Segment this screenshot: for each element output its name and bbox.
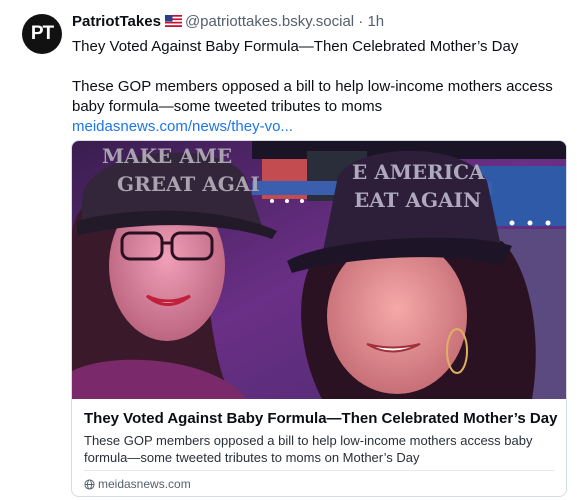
avatar-initials: PT: [30, 23, 54, 44]
avatar[interactable]: PT: [22, 14, 62, 54]
right-hat-text-2: EAT AGAIN: [354, 188, 481, 212]
left-hat-text-2: GREAT AGAI: [117, 172, 260, 196]
us-flag-icon: [164, 15, 182, 27]
card-domain[interactable]: meidasnews.com: [84, 476, 191, 492]
globe-icon: [84, 478, 95, 490]
card-domain-text: meidasnews.com: [98, 477, 191, 491]
post-header: PatriotTakes @patriottakes.bsky.social ·…: [72, 13, 384, 31]
separator-dot: ·: [358, 13, 364, 30]
author-handle[interactable]: @patriottakes.bsky.social: [185, 13, 354, 30]
link-preview-card[interactable]: MAKE AME GREAT AGAI E AMERICA EAT AGAIN …: [71, 140, 567, 497]
post-headline: They Voted Against Baby Formula—Then Cel…: [72, 38, 519, 55]
display-name[interactable]: PatriotTakes: [72, 13, 161, 30]
card-image[interactable]: MAKE AME GREAT AGAI E AMERICA EAT AGAIN: [72, 141, 566, 399]
post-timestamp[interactable]: 1h: [367, 13, 384, 30]
left-hat-text-1: MAKE AME: [102, 144, 232, 168]
card-title[interactable]: They Voted Against Baby Formula—Then Cel…: [84, 409, 557, 429]
post[interactable]: PT PatriotTakes @patriottakes.bsky.socia…: [0, 0, 577, 500]
right-hat-text-1: E AMERICA: [352, 160, 485, 184]
card-divider: [84, 470, 554, 471]
post-body: These GOP members opposed a bill to help…: [72, 78, 553, 115]
post-link[interactable]: meidasnews.com/news/they-vo...: [72, 118, 293, 135]
post-text: They Voted Against Baby Formula—Then Cel…: [72, 37, 562, 137]
card-description: These GOP members opposed a bill to help…: [84, 433, 533, 465]
